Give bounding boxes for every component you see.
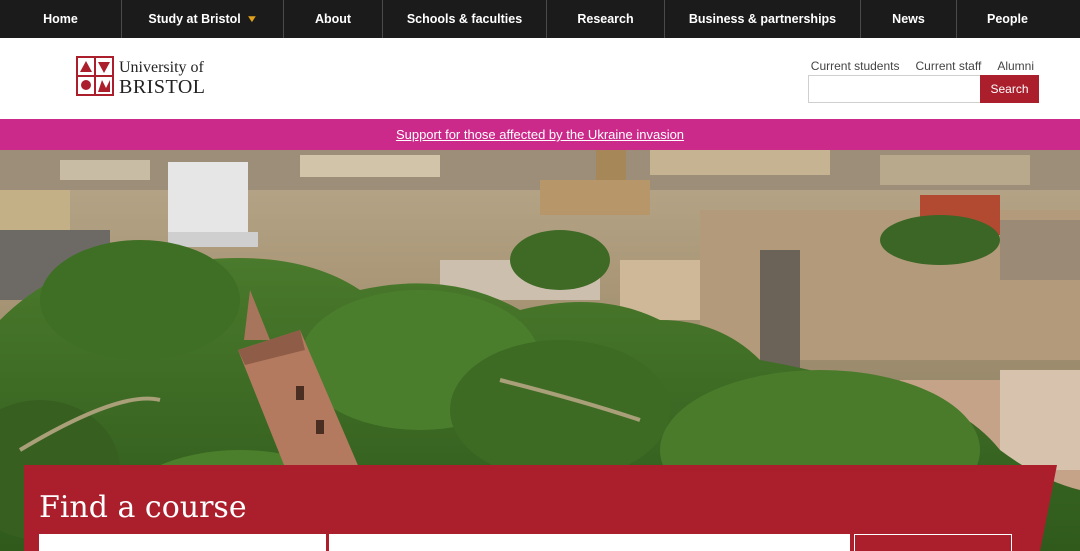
nav-item-research[interactable]: Research bbox=[547, 0, 665, 38]
ukraine-support-link[interactable]: Support for those affected by the Ukrain… bbox=[396, 127, 684, 142]
nav-item-people[interactable]: People bbox=[957, 0, 1058, 38]
nav-item-label: About bbox=[314, 12, 352, 26]
nav-item-label: News bbox=[892, 12, 925, 26]
nav-item-news[interactable]: News bbox=[861, 0, 957, 38]
course-search-button[interactable] bbox=[854, 534, 1012, 551]
nav-item-home[interactable]: Home bbox=[0, 0, 122, 38]
nav-item-label: Business & partnerships bbox=[688, 12, 837, 26]
nav-item-label: People bbox=[987, 12, 1028, 26]
top-navigation: Home Study at Bristol ▼ About Schools & f… bbox=[0, 0, 1080, 38]
nav-item-study-at-bristol[interactable]: Study at Bristol ▼ bbox=[122, 0, 284, 38]
announcement-banner: Support for those affected by the Ukrain… bbox=[0, 119, 1080, 150]
chevron-down-icon: ▼ bbox=[245, 13, 259, 25]
nav-item-label: Research bbox=[577, 12, 634, 26]
logo-text-line2: BRISTOL bbox=[119, 76, 206, 98]
nav-item-business-partnerships[interactable]: Business & partnerships bbox=[665, 0, 861, 38]
utility-links: Current students Current staff Alumni bbox=[811, 59, 1034, 73]
search-button[interactable]: Search bbox=[980, 75, 1039, 103]
nav-item-label: Schools & faculties bbox=[406, 12, 523, 26]
crest-icon bbox=[76, 56, 114, 96]
link-alumni[interactable]: Alumni bbox=[997, 59, 1034, 73]
link-current-staff[interactable]: Current staff bbox=[916, 59, 982, 73]
logo-text-line1: University of bbox=[119, 59, 204, 76]
nav-item-label: Study at Bristol bbox=[148, 12, 241, 26]
nav-item-about[interactable]: About bbox=[284, 0, 383, 38]
nav-item-schools-faculties[interactable]: Schools & faculties bbox=[383, 0, 547, 38]
search-input[interactable] bbox=[808, 75, 982, 103]
course-level-select[interactable] bbox=[39, 534, 326, 551]
university-logo[interactable]: University of BRISTOL bbox=[76, 56, 205, 97]
nav-item-label: Home bbox=[43, 12, 78, 26]
course-search-input[interactable] bbox=[329, 534, 850, 551]
link-current-students[interactable]: Current students bbox=[811, 59, 900, 73]
find-a-course-heading: Find a course bbox=[39, 490, 247, 525]
